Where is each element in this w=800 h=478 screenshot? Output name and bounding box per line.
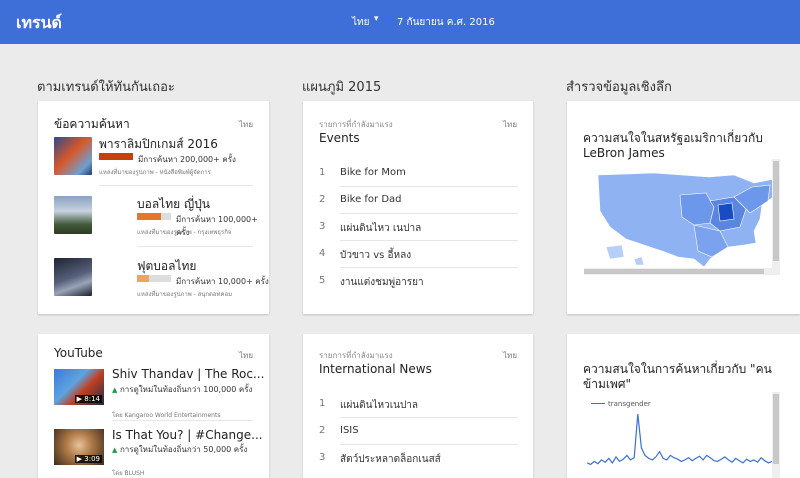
trend-up-icon: ▲ [112, 386, 118, 394]
ranked-item[interactable]: Bike for Dad [340, 194, 402, 205]
top-bar: เทรนด์ ไทย ▾ 7 กันยายน ค.ศ. 2016 [0, 0, 800, 44]
story-thumbnail [54, 196, 92, 234]
ranked-item[interactable]: งานแต่งชมพู่อารยา [340, 275, 424, 290]
video-thumbnail[interactable]: ▶ 3:09 [54, 429, 104, 465]
search-volume-bar [137, 275, 171, 282]
us-map[interactable] [584, 161, 784, 271]
story-title: ฟุตบอลไทย [137, 259, 197, 273]
divider [340, 444, 518, 445]
map-insight-card[interactable]: ความสนใจในสหรัฐอเมริกาเกี่ยวกับ LeBron J… [567, 101, 800, 314]
card-region: ไทย [239, 120, 253, 129]
ranked-item[interactable]: ISIS [340, 425, 359, 436]
image-source: แหล่งที่มาของรูปภาพ - หนังสือพิมพ์ผู้จัด… [99, 169, 211, 176]
rank-number: 1 [319, 167, 326, 178]
search-volume-bar [99, 153, 133, 160]
events-chart-card[interactable]: รายการที่กำลังมาแรง ไทย Events 1 Bike fo… [303, 101, 533, 314]
card-region: ไทย [239, 351, 253, 360]
divider [340, 267, 518, 268]
divider [340, 213, 518, 214]
horizontal-scrollbar[interactable] [584, 268, 772, 275]
card-region: ไทย [503, 120, 517, 129]
search-volume-fill [137, 275, 149, 282]
rank-number: 4 [319, 248, 326, 259]
scrollbar-thumb[interactable] [584, 269, 764, 274]
video-duration: ▶ 8:14 [74, 395, 102, 403]
column-title-trends: ตามเทรนด์ให้ทันกันเถอะ [37, 80, 175, 95]
card-title: Events [319, 131, 360, 145]
region-select[interactable]: ไทย [352, 15, 369, 30]
search-volume-fill [99, 153, 133, 160]
video-stat: ▲ การดูใหม่ในท้องถิ่นกว่า 100,000 ครั้ง [112, 384, 254, 396]
card-title: International News [319, 362, 432, 376]
interest-line-chart[interactable] [587, 410, 772, 478]
divider [99, 185, 253, 186]
card-subtitle: รายการที่กำลังมาแรง [319, 351, 393, 360]
story-title: บอลไทย ญี่ปุ่น [137, 197, 211, 211]
news-chart-card[interactable]: รายการที่กำลังมาแรง ไทย International Ne… [303, 334, 533, 478]
video-duration: ▶ 3:09 [74, 455, 102, 463]
ranked-item[interactable]: Bike for Mom [340, 167, 406, 178]
rank-number: 1 [319, 398, 326, 409]
divider [340, 240, 518, 241]
video-title[interactable]: Is That You? | #Change... [112, 428, 263, 442]
vertical-scrollbar[interactable] [772, 159, 780, 275]
story-title: พาราลิมปิกเกมส์ 2016 [99, 137, 218, 151]
rank-number: 2 [319, 194, 326, 205]
ranked-item[interactable]: บัวขาว vs อี้หลง [340, 248, 411, 263]
story-thumbnail [54, 137, 92, 175]
rank-number: 2 [319, 425, 326, 436]
divider [340, 186, 518, 187]
youtube-card[interactable]: YouTube ไทย ▶ 8:14 Shiv Thandav | The Ro… [38, 334, 269, 478]
image-source: แหล่งที่มาของรูปภาพ - สนุกดอทคอม [137, 291, 233, 298]
chevron-down-icon[interactable]: ▾ [374, 14, 379, 24]
column-title-charts: แผนภูมิ 2015 [302, 80, 382, 95]
image-source: แหล่งที่มาของรูปภาพ - กรุงเทพธุรกิจ [137, 229, 232, 236]
channel-name: โดย Kangaroo World Entertainments [112, 412, 221, 419]
scrollbar-thumb[interactable] [773, 161, 779, 261]
date-label: 7 กันยายน ค.ศ. 2016 [397, 17, 495, 28]
search-stories-card[interactable]: ข้อความค้นหา ไทย พาราลิมปิกเกมส์ 2016 มี… [38, 101, 269, 314]
card-subtitle: รายการที่กำลังมาแรง [319, 120, 393, 129]
card-title: YouTube [54, 346, 103, 360]
video-thumbnail[interactable]: ▶ 8:14 [54, 369, 104, 405]
story-thumbnail [54, 258, 92, 296]
series-line [587, 413, 772, 466]
search-volume-fill [137, 213, 162, 220]
search-volume-bar [137, 213, 171, 220]
duration-text: 8:14 [84, 395, 100, 403]
ranked-item[interactable]: สัตว์ประหลาดล็อกเนสส์ [340, 452, 441, 467]
card-title: ความสนใจในสหรัฐอเมริกาเกี่ยวกับ LeBron J… [583, 131, 763, 160]
state-ohio [717, 202, 735, 222]
ranked-item[interactable]: แผ่นดินไหวเนปาล [340, 398, 418, 413]
rank-number: 3 [319, 221, 326, 232]
card-title: ความสนใจในการค้นหาเกี่ยวกับ "คนข้ามเพศ" [583, 362, 772, 391]
card-region: ไทย [503, 351, 517, 360]
interest-chart-card[interactable]: ความสนใจในการค้นหาเกี่ยวกับ "คนข้ามเพศ" … [567, 334, 800, 478]
channel-name: โดย BLUSH [112, 470, 145, 477]
state-alaska [605, 244, 625, 260]
legend-swatch [591, 403, 605, 404]
vertical-scrollbar[interactable] [772, 392, 780, 478]
search-count: มีการค้นหา 10,000+ ครั้ง [176, 277, 269, 286]
column-title-insights: สำรวจข้อมูลเชิงลึก [566, 80, 672, 95]
card-title: ข้อความค้นหา [54, 117, 130, 131]
video-stat: ▲ การดูใหม่ในท้องถิ่นกว่า 50,000 ครั้ง [112, 444, 254, 456]
ranked-item[interactable]: แผ่นดินไหว เนปาล [340, 221, 421, 236]
duration-text: 3:09 [84, 455, 100, 463]
trend-up-icon: ▲ [112, 446, 118, 454]
legend-label: transgender [608, 400, 651, 408]
video-title[interactable]: Shiv Thandav | The Roc... [112, 367, 264, 381]
search-count: มีการค้นหา 200,000+ ครั้ง [138, 155, 236, 164]
divider [137, 246, 253, 247]
video-views: การดูใหม่ในท้องถิ่นกว่า 50,000 ครั้ง [119, 445, 248, 454]
state-hawaii [633, 256, 645, 266]
scrollbar-thumb[interactable] [773, 394, 779, 464]
video-views: การดูใหม่ในท้องถิ่นกว่า 100,000 ครั้ง [119, 385, 253, 394]
divider [340, 417, 518, 418]
divider [112, 420, 253, 421]
brand-title[interactable]: เทรนด์ [16, 11, 62, 36]
rank-number: 5 [319, 275, 326, 286]
rank-number: 3 [319, 452, 326, 463]
